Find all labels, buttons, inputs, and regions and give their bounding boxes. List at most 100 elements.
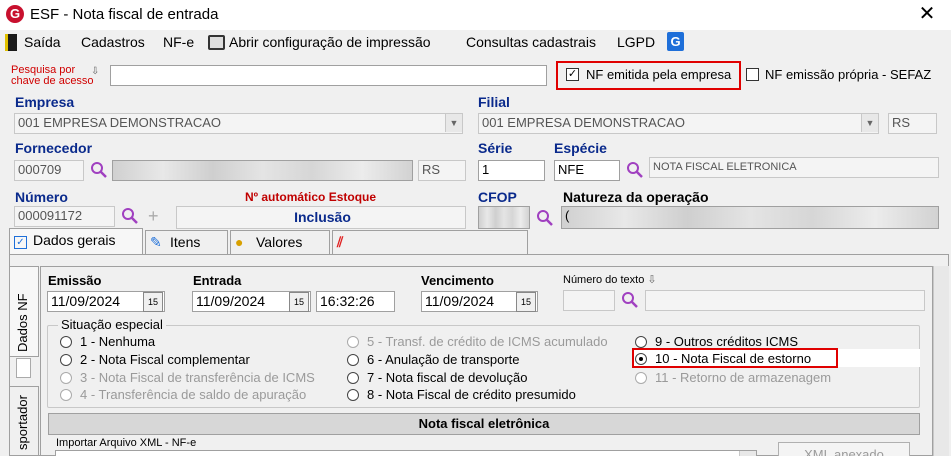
lgpd-shield-icon[interactable]: G (667, 32, 684, 51)
search-icon[interactable] (121, 207, 139, 225)
calendar-icon[interactable]: 15 (289, 292, 309, 312)
checkbox-icon: ✓ (14, 236, 27, 249)
fornecedor-name-field (112, 160, 413, 181)
calendar-icon[interactable]: 15 (143, 292, 163, 312)
numero-field[interactable]: 000091172 (14, 206, 115, 227)
numero-label: Número (15, 189, 68, 205)
tab-dados-gerais[interactable]: ✓ Dados gerais (9, 228, 143, 255)
especie-code-field[interactable]: NFE (554, 160, 620, 181)
situacao-radio-7[interactable] (347, 372, 359, 384)
side-tab-transportador-label: sportador (15, 395, 30, 450)
import-xml-label: Importar Arquivo XML - NF-e (56, 437, 197, 449)
search-icon[interactable] (621, 291, 639, 309)
stripes-icon: ⫽ (337, 234, 344, 250)
natureza-field[interactable]: ( (561, 206, 939, 229)
nf-propria-label: NF emissão própria - SEFAZ (765, 67, 932, 82)
empresa-label: Empresa (15, 94, 75, 110)
empresa-select[interactable]: 001 EMPRESA DEMONSTRACAO ▼ (14, 113, 463, 134)
situacao-radio-1[interactable] (60, 336, 72, 348)
natureza-label: Natureza da operação (563, 189, 709, 205)
situacao-especial-label: Situação especial (58, 317, 166, 332)
situacao-label-1: 1 - Nenhuma (80, 334, 156, 349)
import-xml-select[interactable]: ▼ (55, 450, 757, 456)
emissao-label: Emissão (48, 273, 102, 288)
arrow-down-icon: ⇩ (647, 274, 657, 286)
window-title: ESF - Nota fiscal de entrada (30, 6, 219, 23)
situacao-radio-3 (60, 372, 72, 384)
situacao-label-2: 2 - Nota Fiscal complementar (80, 352, 250, 367)
access-key-search-input[interactable] (110, 65, 547, 86)
chevron-down-icon[interactable]: ▼ (445, 114, 462, 132)
nfe-section-header: Nota fiscal eletrônica (48, 413, 920, 435)
xml-anexado-button[interactable]: XML anexado (778, 442, 910, 456)
situacao-label-6: 6 - Anulação de transporte (367, 352, 520, 367)
numero-texto-label: Número do texto ⇩ (563, 274, 657, 286)
menu-cadastros[interactable]: Cadastros (81, 34, 145, 50)
cfop-field[interactable] (478, 206, 530, 229)
filial-label: Filial (478, 94, 510, 110)
vencimento-label: Vencimento (421, 273, 494, 288)
situacao-radio-6[interactable] (347, 354, 359, 366)
situacao-label-5: 5 - Transf. de crédito de ICMS acumulado (367, 334, 608, 349)
situacao-radio-11 (635, 372, 647, 384)
menu-nfe[interactable]: NF-e (163, 34, 194, 50)
situacao-label-3: 3 - Nota Fiscal de transferência de ICMS (80, 370, 315, 385)
tab-valores[interactable]: ● Valores (230, 230, 330, 254)
search-icon[interactable] (90, 161, 108, 179)
tab-itens[interactable]: ✎ Itens (145, 230, 228, 254)
fornecedor-code-field[interactable]: 000709 (14, 160, 84, 181)
printer-icon (208, 35, 225, 50)
numero-texto-description-field (645, 290, 925, 311)
situacao-label-8: 8 - Nota Fiscal de crédito presumido (367, 387, 576, 402)
calendar-icon[interactable]: 15 (516, 292, 536, 312)
tab-extra[interactable]: ⫽ (332, 230, 528, 254)
menu-abrir-config-impressao[interactable]: Abrir configuração de impressão (229, 34, 431, 50)
menu-consultas-cadastrais[interactable]: Consultas cadastrais (466, 34, 596, 50)
close-window-button[interactable]: ✕ (915, 3, 939, 25)
serie-label: Série (478, 140, 513, 156)
situacao-radio-10[interactable] (635, 353, 647, 365)
menu-saida[interactable]: Saída (24, 34, 61, 50)
especie-description-field: NOTA FISCAL ELETRONICA (649, 157, 939, 178)
chevron-down-icon[interactable]: ▼ (861, 114, 878, 132)
nf-emitida-label: NF emitida pela empresa (586, 67, 732, 82)
situacao-label-7: 7 - Nota fiscal de devolução (367, 370, 528, 385)
nf-propria-checkbox[interactable] (746, 68, 759, 81)
numero-texto-field[interactable] (563, 290, 615, 311)
edit-document-icon: ✎ (150, 234, 162, 250)
filial-select[interactable]: 001 EMPRESA DEMONSTRACAO ▼ (478, 113, 879, 134)
cfop-label: CFOP (478, 189, 517, 205)
especie-label: Espécie (554, 140, 607, 156)
app-logo-icon: G (6, 5, 24, 23)
chevron-down-icon[interactable]: ▼ (739, 451, 756, 456)
situacao-radio-9[interactable] (635, 336, 647, 348)
fornecedor-label: Fornecedor (15, 140, 93, 156)
search-icon[interactable] (536, 209, 554, 227)
estoque-label: Nº automático Estoque (245, 190, 377, 204)
situacao-label-11: 11 - Retorno de armazenagem (655, 370, 832, 385)
menu-lgpd[interactable]: LGPD (617, 34, 655, 50)
arrow-down-icon: ⇩ (91, 66, 100, 77)
fornecedor-uf-field: RS (418, 160, 466, 181)
estoque-mode-field: Inclusão (176, 206, 466, 229)
entrada-label: Entrada (193, 273, 242, 288)
side-tab-dados-nf-label: Dados NF (15, 293, 30, 352)
coins-icon: ● (235, 234, 244, 250)
situacao-radio-2[interactable] (60, 354, 72, 366)
search-icon[interactable] (626, 161, 644, 179)
search-label: Pesquisa por chave de acesso (11, 64, 94, 87)
situacao-radio-4 (60, 389, 72, 401)
nf-emitida-checkbox[interactable]: ✓ (566, 68, 579, 81)
add-icon[interactable]: + (148, 206, 159, 227)
vertical-scrollbar[interactable] (933, 266, 949, 456)
exit-door-icon (5, 34, 17, 51)
situacao-radio-8[interactable] (347, 389, 359, 401)
situacao-label-4: 4 - Transferência de saldo de apuração (80, 387, 307, 402)
situacao-label-9: 9 - Outros créditos ICMS (655, 334, 799, 349)
document-icon (16, 358, 31, 378)
entrada-time-field[interactable]: 16:32:26 (316, 291, 395, 312)
filial-uf-field: RS (888, 113, 937, 134)
situacao-radio-5 (347, 336, 359, 348)
serie-field[interactable]: 1 (478, 160, 545, 181)
situacao-label-10: 10 - Nota Fiscal de estorno (655, 351, 812, 366)
